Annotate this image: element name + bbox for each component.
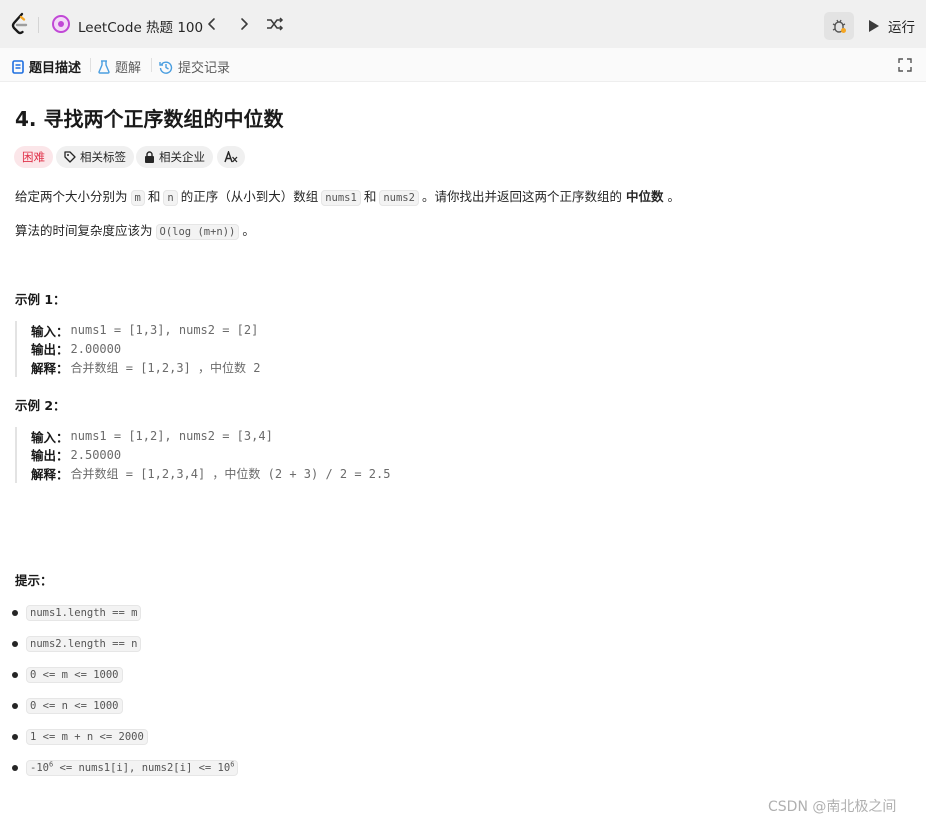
next-problem-button[interactable] <box>234 14 254 34</box>
inline-code: nums2 <box>379 190 419 206</box>
inline-code: n <box>163 190 178 206</box>
constraint-code: nums2.length == n <box>26 636 142 652</box>
input-label: 输入： <box>31 323 69 339</box>
related-topics-button[interactable]: 相关标签 <box>56 146 134 168</box>
related-topics-label: 相关标签 <box>80 150 126 164</box>
example-1-title: 示例 1： <box>15 292 66 307</box>
tab-divider <box>151 58 152 72</box>
problem-title: 4. 寻找两个正序数组的中位数 <box>15 107 284 131</box>
leetcode-logo[interactable] <box>10 12 30 36</box>
prev-problem-button[interactable] <box>202 14 222 34</box>
difficulty-badge: 困难 <box>14 146 53 168</box>
flask-icon <box>98 59 110 74</box>
debug-icon <box>832 19 846 33</box>
constraint-item: nums1.length == m <box>12 605 142 621</box>
translate-button[interactable] <box>217 146 245 168</box>
desc-text: 和 <box>363 189 377 204</box>
play-icon <box>869 20 879 32</box>
tag-icon <box>64 151 76 163</box>
bullet <box>12 765 18 771</box>
bullet <box>12 672 18 678</box>
bullet <box>12 734 18 740</box>
example-1-block: 输入： nums1 = [1,3], nums2 = [2] 输出： 2.00000… <box>15 321 260 377</box>
shuffle-icon <box>267 17 284 31</box>
constraint-item: -106 <= nums1[i], nums2[i] <= 106 <box>12 760 239 776</box>
output-label: 输出： <box>31 342 69 358</box>
random-problem-button[interactable] <box>265 14 285 34</box>
problem-list-title[interactable]: LeetCode 热题 100 <box>78 16 203 36</box>
constraint-exponent: 6 <box>230 760 235 769</box>
explanation-label: 解释： <box>31 466 69 482</box>
input-value: nums1 = [1,2], nums2 = [3,4] <box>70 429 273 444</box>
tab-submissions[interactable]: 提交记录 <box>159 57 230 76</box>
run-button[interactable]: 运行 <box>860 12 924 40</box>
chevron-right-icon <box>241 18 248 30</box>
constraint-code: nums1.length == m <box>26 605 142 621</box>
header-divider <box>38 17 39 33</box>
inline-code: O(log (m+n)) <box>155 224 240 240</box>
constraint-code: -106 <= nums1[i], nums2[i] <= 106 <box>26 760 239 776</box>
watermark: CSDN @南北极之间 <box>768 799 897 815</box>
top-bar: LeetCode 热题 100 运行 <box>0 0 926 48</box>
output-value: 2.00000 <box>70 341 122 356</box>
inline-code: m <box>130 190 145 206</box>
description-icon <box>12 59 24 74</box>
related-companies-label: 相关企业 <box>159 150 205 164</box>
translate-icon <box>224 151 238 163</box>
inline-code: nums1 <box>321 190 361 206</box>
constraint-code: 0 <= n <= 1000 <box>26 698 123 714</box>
constraint-item: 0 <= n <= 1000 <box>12 698 123 714</box>
constraints-title: 提示： <box>15 573 53 588</box>
bullet <box>12 703 18 709</box>
complexity-end: 。 <box>242 223 255 238</box>
constraint-item: 0 <= m <= 1000 <box>12 667 123 683</box>
explanation-label: 解释： <box>31 360 69 376</box>
tab-divider <box>90 58 91 72</box>
tab-solutions[interactable]: 题解 <box>98 57 141 76</box>
input-value: nums1 = [1,3], nums2 = [2] <box>70 323 259 338</box>
desc-text: 。请你找出并返回这两个正序数组的 <box>421 189 622 204</box>
bullet <box>12 610 18 616</box>
tab-description[interactable]: 题目描述 <box>12 57 81 76</box>
run-button-label: 运行 <box>888 20 915 36</box>
constraint-text: -10 <box>30 762 49 774</box>
desc-text: 和 <box>147 189 161 204</box>
explanation-value: 合并数组 = [1,2,3] ，中位数 2 <box>70 360 261 375</box>
complexity-requirement: 算法的时间复杂度应该为 O(log (m+n))。 <box>15 220 255 240</box>
constraint-code: 1 <= m + n <= 2000 <box>26 729 148 745</box>
tab-description-label: 题目描述 <box>29 61 82 76</box>
desc-text: 。 <box>667 189 680 204</box>
debug-button[interactable] <box>824 12 854 40</box>
difficulty-label: 困难 <box>22 150 45 164</box>
explanation-value: 合并数组 = [1,2,3,4] ，中位数 (2 + 3) / 2 = 2.5 <box>70 466 391 481</box>
desc-text: 的正序（从小到大）数组 <box>180 189 319 204</box>
constraint-code: 0 <= m <= 1000 <box>26 667 123 683</box>
constraint-item: 1 <= m + n <= 2000 <box>12 729 148 745</box>
constraint-text: <= nums1[i], nums2[i] <= 10 <box>53 762 231 774</box>
tab-submissions-label: 提交记录 <box>178 61 231 76</box>
example-2-title: 示例 2： <box>15 398 66 413</box>
expand-icon[interactable] <box>897 57 913 73</box>
output-value: 2.50000 <box>70 447 122 462</box>
problem-description: 给定两个大小分别为 m 和 n 的正序（从小到大）数组 nums1 和 nums2 。请你找出并… <box>15 186 680 206</box>
lock-icon <box>145 151 154 163</box>
output-label: 输出： <box>31 448 69 464</box>
hot-list-icon[interactable] <box>52 15 70 33</box>
constraint-item: nums2.length == n <box>12 636 142 652</box>
related-companies-button[interactable]: 相关企业 <box>136 146 213 168</box>
history-icon <box>159 61 173 74</box>
complexity-text: 算法的时间复杂度应该为 <box>15 223 153 238</box>
bullet <box>12 641 18 647</box>
tab-solutions-label: 题解 <box>115 61 142 76</box>
desc-bold: 中位数 <box>625 189 664 204</box>
example-2-block: 输入： nums1 = [1,2], nums2 = [3,4] 输出： 2.500… <box>15 427 390 483</box>
desc-text: 给定两个大小分别为 <box>15 189 128 204</box>
chevron-left-icon <box>208 18 215 30</box>
input-label: 输入： <box>31 429 69 445</box>
